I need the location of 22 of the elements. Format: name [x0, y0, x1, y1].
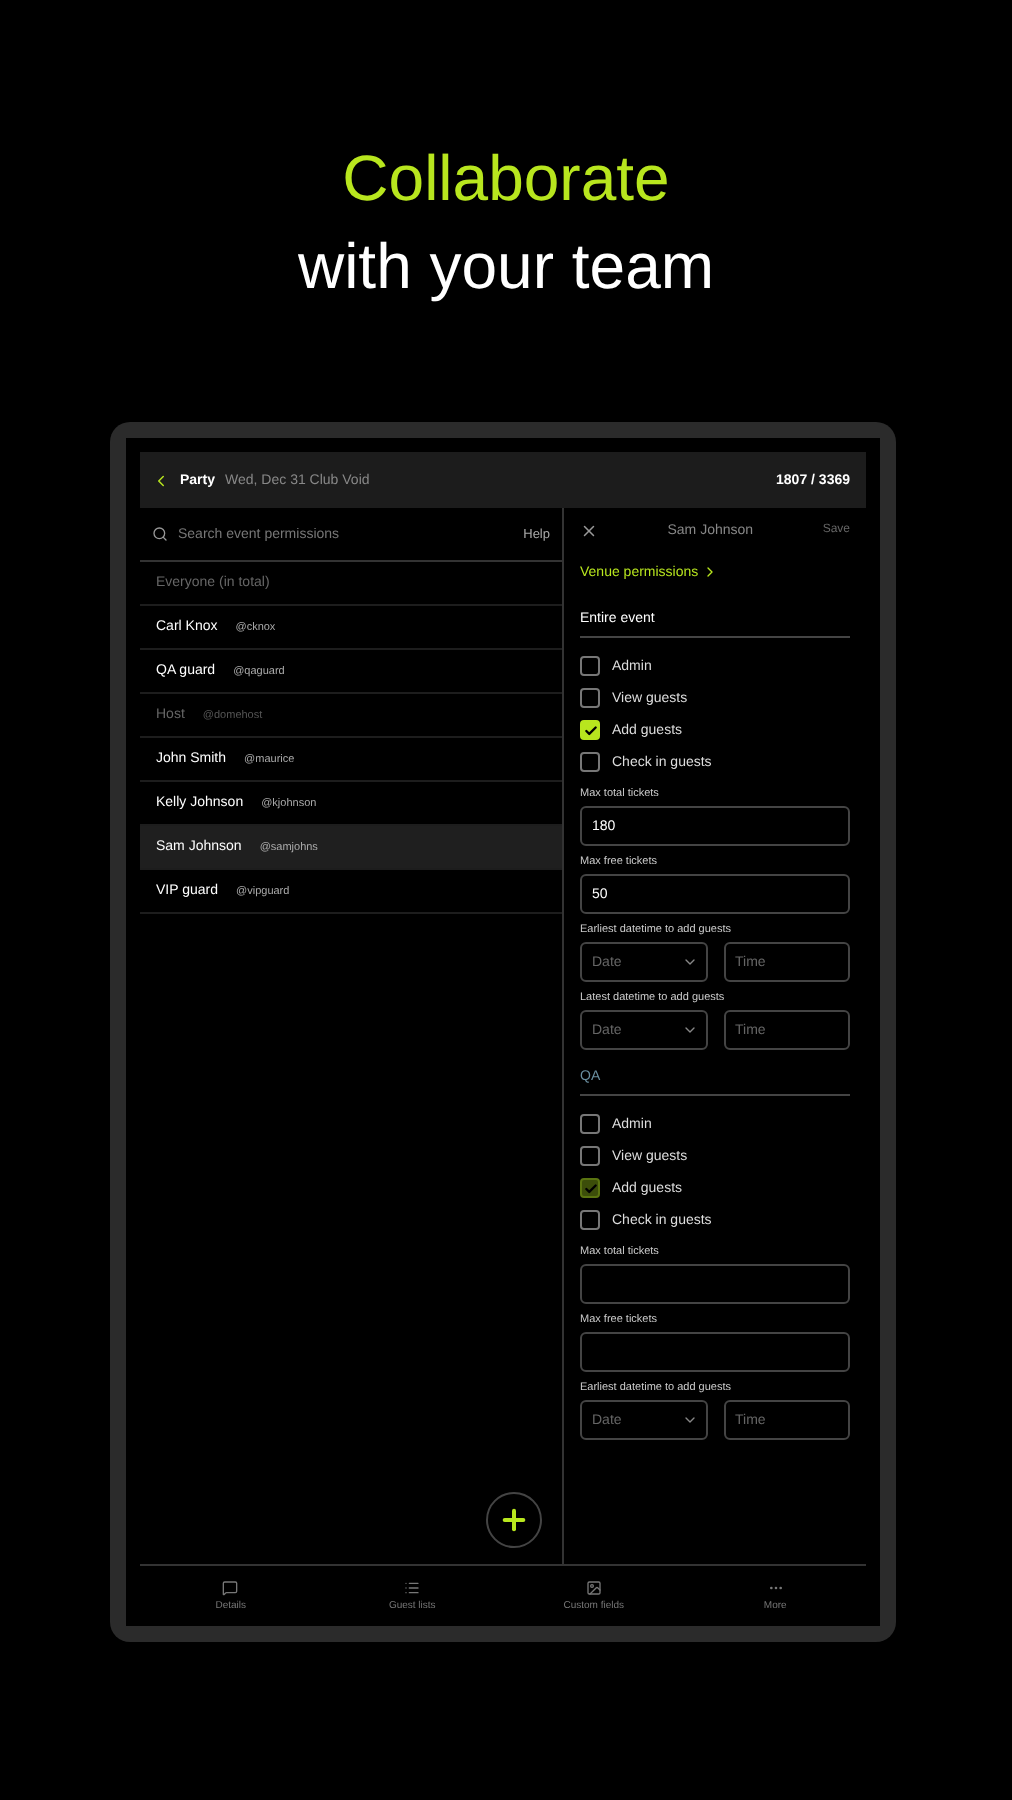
- headline: with your team: [297, 228, 715, 304]
- plus-icon: [498, 1504, 530, 1536]
- input-field[interactable]: [580, 1264, 850, 1304]
- checkbox[interactable]: [580, 1178, 600, 1198]
- add-button[interactable]: [486, 1492, 542, 1548]
- search-icon: [152, 526, 168, 542]
- image-icon: [585, 1580, 602, 1596]
- checkbox[interactable]: [580, 1146, 600, 1166]
- close-icon[interactable]: [580, 521, 598, 539]
- input-field[interactable]: [580, 1332, 850, 1372]
- checkbox[interactable]: [580, 1210, 600, 1230]
- checkbox[interactable]: [580, 656, 600, 676]
- chevron-down-icon: [681, 954, 697, 970]
- headline-accent: Collaborate: [342, 140, 670, 216]
- list-icon: [404, 1580, 421, 1596]
- checkbox[interactable]: [580, 752, 600, 772]
- chevron-down-icon: [681, 1022, 697, 1038]
- back-icon[interactable]: [152, 471, 170, 489]
- checkbox[interactable]: [580, 688, 600, 708]
- chat-icon: [222, 1580, 239, 1596]
- checkbox[interactable]: [580, 1114, 600, 1134]
- chevron-down-icon: [681, 1412, 697, 1428]
